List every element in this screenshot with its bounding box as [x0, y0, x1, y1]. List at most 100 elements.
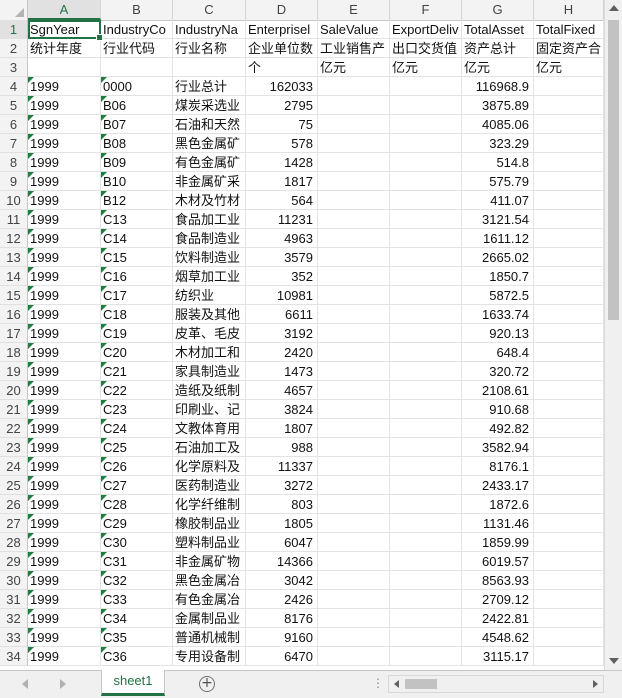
row-header[interactable]: 18: [0, 343, 28, 362]
cell-d28[interactable]: 6047: [246, 533, 318, 552]
cell-g11[interactable]: 3121.54: [462, 210, 534, 229]
cell-b18[interactable]: C20: [101, 343, 173, 362]
cell-b1[interactable]: IndustryCo: [101, 20, 173, 39]
cell-a5[interactable]: 1999: [28, 96, 101, 115]
cell-c33[interactable]: 普通机械制: [173, 628, 246, 647]
cell-g3[interactable]: 亿元: [462, 58, 534, 77]
cell-f32[interactable]: [390, 609, 462, 628]
cell-f10[interactable]: [390, 191, 462, 210]
row-header[interactable]: 22: [0, 419, 28, 438]
cell-b8[interactable]: B09: [101, 153, 173, 172]
cell-a17[interactable]: 1999: [28, 324, 101, 343]
cell-c28[interactable]: 塑料制品业: [173, 533, 246, 552]
cell-h13[interactable]: [534, 248, 604, 267]
cell-g7[interactable]: 323.29: [462, 134, 534, 153]
cell-d9[interactable]: 1817: [246, 172, 318, 191]
cell-f14[interactable]: [390, 267, 462, 286]
cell-f24[interactable]: [390, 457, 462, 476]
cell-a8[interactable]: 1999: [28, 153, 101, 172]
cell-e2[interactable]: 工业销售产: [318, 39, 390, 58]
cell-c14[interactable]: 烟草加工业: [173, 267, 246, 286]
row-header[interactable]: 10: [0, 191, 28, 210]
cell-f17[interactable]: [390, 324, 462, 343]
cell-h32[interactable]: [534, 609, 604, 628]
column-header-b[interactable]: B: [101, 0, 173, 20]
cell-e21[interactable]: [318, 400, 390, 419]
cell-g6[interactable]: 4085.06: [462, 115, 534, 134]
cell-c31[interactable]: 有色金属冶: [173, 590, 246, 609]
cell-f8[interactable]: [390, 153, 462, 172]
cell-d22[interactable]: 1807: [246, 419, 318, 438]
row-header[interactable]: 9: [0, 172, 28, 191]
cell-a23[interactable]: 1999: [28, 438, 101, 457]
cell-e33[interactable]: [318, 628, 390, 647]
scroll-left-icon[interactable]: [394, 680, 399, 688]
row-header[interactable]: 6: [0, 115, 28, 134]
row-header[interactable]: 3: [0, 58, 28, 77]
cell-c20[interactable]: 造纸及纸制: [173, 381, 246, 400]
cell-a27[interactable]: 1999: [28, 514, 101, 533]
cell-a3[interactable]: [28, 58, 101, 77]
row-header[interactable]: 31: [0, 590, 28, 609]
cell-e20[interactable]: [318, 381, 390, 400]
cell-e14[interactable]: [318, 267, 390, 286]
cell-a20[interactable]: 1999: [28, 381, 101, 400]
row-header[interactable]: 15: [0, 286, 28, 305]
cell-c22[interactable]: 文教体育用: [173, 419, 246, 438]
horizontal-scrollbar[interactable]: [388, 675, 604, 693]
row-header[interactable]: 24: [0, 457, 28, 476]
cell-c34[interactable]: 专用设备制: [173, 647, 246, 666]
cell-d29[interactable]: 14366: [246, 552, 318, 571]
cell-f3[interactable]: 亿元: [390, 58, 462, 77]
cell-a21[interactable]: 1999: [28, 400, 101, 419]
cell-b30[interactable]: C32: [101, 571, 173, 590]
cell-c19[interactable]: 家具制造业: [173, 362, 246, 381]
cell-h16[interactable]: [534, 305, 604, 324]
cell-f16[interactable]: [390, 305, 462, 324]
cell-b28[interactable]: C30: [101, 533, 173, 552]
cell-c9[interactable]: 非金属矿采: [173, 172, 246, 191]
row-header[interactable]: 20: [0, 381, 28, 400]
cell-b12[interactable]: C14: [101, 229, 173, 248]
cell-h10[interactable]: [534, 191, 604, 210]
cell-e27[interactable]: [318, 514, 390, 533]
cell-g29[interactable]: 6019.57: [462, 552, 534, 571]
cell-b34[interactable]: C36: [101, 647, 173, 666]
row-header[interactable]: 17: [0, 324, 28, 343]
cell-h26[interactable]: [534, 495, 604, 514]
cell-c32[interactable]: 金属制品业: [173, 609, 246, 628]
cell-e25[interactable]: [318, 476, 390, 495]
row-header[interactable]: 34: [0, 647, 28, 666]
cell-a9[interactable]: 1999: [28, 172, 101, 191]
cell-c16[interactable]: 服装及其他: [173, 305, 246, 324]
cell-a22[interactable]: 1999: [28, 419, 101, 438]
cell-g16[interactable]: 1633.74: [462, 305, 534, 324]
cell-g24[interactable]: 8176.1: [462, 457, 534, 476]
cell-g21[interactable]: 910.68: [462, 400, 534, 419]
cell-b20[interactable]: C22: [101, 381, 173, 400]
cell-h24[interactable]: [534, 457, 604, 476]
cell-h29[interactable]: [534, 552, 604, 571]
cell-a6[interactable]: 1999: [28, 115, 101, 134]
cell-h3[interactable]: 亿元: [534, 58, 604, 77]
cell-a1[interactable]: SgnYear: [28, 20, 101, 39]
cell-h31[interactable]: [534, 590, 604, 609]
cell-d3[interactable]: 个: [246, 58, 318, 77]
cell-a33[interactable]: 1999: [28, 628, 101, 647]
cell-a32[interactable]: 1999: [28, 609, 101, 628]
cell-f33[interactable]: [390, 628, 462, 647]
cell-b27[interactable]: C29: [101, 514, 173, 533]
cell-g2[interactable]: 资产总计: [462, 39, 534, 58]
cell-h12[interactable]: [534, 229, 604, 248]
cell-g32[interactable]: 2422.81: [462, 609, 534, 628]
cell-g12[interactable]: 1611.12: [462, 229, 534, 248]
cell-c3[interactable]: [173, 58, 246, 77]
cell-d11[interactable]: 11231: [246, 210, 318, 229]
cell-b19[interactable]: C21: [101, 362, 173, 381]
cell-g19[interactable]: 320.72: [462, 362, 534, 381]
cell-h21[interactable]: [534, 400, 604, 419]
cell-d33[interactable]: 9160: [246, 628, 318, 647]
spreadsheet-grid[interactable]: ABCDEFGH 1 2 3 4 5 6 7 8 9 10 11 12 13 14 15 16 17 18 19 20…: [0, 0, 604, 670]
row-header[interactable]: 30: [0, 571, 28, 590]
cell-e18[interactable]: [318, 343, 390, 362]
